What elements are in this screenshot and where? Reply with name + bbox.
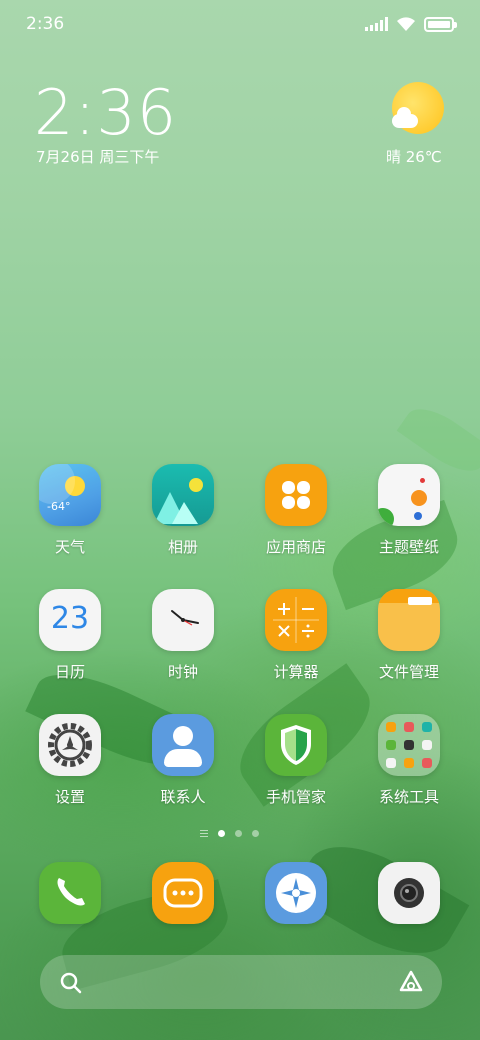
page-list-icon — [200, 830, 208, 837]
settings-icon — [39, 714, 101, 776]
calculator-icon — [265, 589, 327, 651]
page-indicator[interactable] — [200, 830, 259, 837]
search-icon[interactable] — [60, 972, 82, 994]
battery-icon — [424, 16, 457, 32]
phone-icon — [57, 878, 85, 906]
search-bar[interactable] — [40, 955, 442, 1009]
app-label: 计算器 — [273, 663, 319, 681]
camera-icon — [394, 878, 424, 908]
status-bar: 2:36 — [0, 0, 480, 50]
dock-phone[interactable] — [39, 862, 101, 924]
weather-icon: -64° — [39, 464, 101, 526]
dock-messages[interactable] — [152, 862, 214, 924]
app-store-icon — [265, 464, 327, 526]
dock-camera[interactable] — [378, 862, 440, 924]
signal-icon — [365, 17, 388, 31]
app-calendar[interactable]: 23 日历 — [20, 589, 120, 682]
app-label: 手机管家 — [265, 788, 326, 806]
app-label: 文件管理 — [378, 663, 439, 681]
clock-icon — [152, 589, 214, 651]
app-label: 相册 — [167, 538, 198, 556]
app-label: 系统工具 — [378, 788, 439, 806]
status-icons — [365, 16, 457, 32]
status-time: 2:36 — [26, 14, 65, 34]
page-dot-active — [218, 830, 225, 837]
app-label: 主题壁纸 — [378, 538, 439, 556]
calendar-icon: 23 — [39, 589, 101, 651]
page-dot — [235, 830, 242, 837]
app-themes[interactable]: 主题壁纸 — [359, 464, 459, 557]
contacts-icon — [152, 714, 214, 776]
app-gallery[interactable]: 相册 — [133, 464, 233, 557]
app-label: 设置 — [54, 788, 85, 806]
cloud-icon — [392, 107, 418, 128]
weather-widget-text[interactable]: 晴 26℃ — [386, 146, 442, 167]
browser-icon — [276, 873, 316, 913]
app-label: 联系人 — [160, 788, 206, 806]
assistant-icon[interactable] — [398, 969, 424, 995]
app-folder-tools[interactable]: 系统工具 — [359, 714, 459, 807]
app-store[interactable]: 应用商店 — [246, 464, 346, 557]
app-weather[interactable]: -64° 天气 — [20, 464, 120, 557]
app-label: 应用商店 — [265, 538, 326, 556]
messages-icon — [163, 878, 203, 908]
weather-temp: -64° — [47, 500, 71, 513]
app-contacts[interactable]: 联系人 — [133, 714, 233, 807]
app-label: 时钟 — [167, 663, 198, 681]
app-file-manager[interactable]: 文件管理 — [359, 589, 459, 682]
clock-widget-time[interactable]: 2:36 — [34, 76, 177, 149]
dock-browser[interactable] — [265, 862, 327, 924]
app-label: 天气 — [54, 538, 85, 556]
clock-widget-date[interactable]: 7月26日 周三下午 — [36, 146, 159, 167]
app-clock[interactable]: 时钟 — [133, 589, 233, 682]
folder-icon — [378, 714, 440, 776]
gallery-icon — [152, 464, 214, 526]
security-icon — [265, 714, 327, 776]
app-label: 日历 — [54, 663, 85, 681]
app-security[interactable]: 手机管家 — [246, 714, 346, 807]
themes-icon — [378, 464, 440, 526]
app-calculator[interactable]: 计算器 — [246, 589, 346, 682]
page-dot — [252, 830, 259, 837]
app-settings[interactable]: 设置 — [20, 714, 120, 807]
file-manager-icon — [378, 589, 440, 651]
calendar-date: 23 — [50, 601, 90, 636]
wifi-icon — [397, 17, 415, 31]
